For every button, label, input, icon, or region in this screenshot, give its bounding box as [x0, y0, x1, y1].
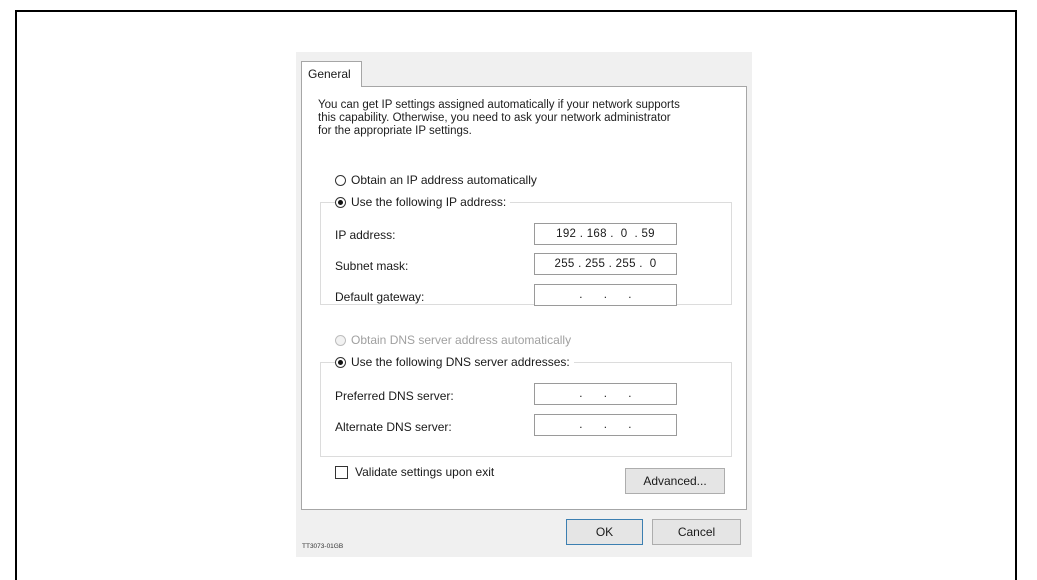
ok-button[interactable]: OK — [566, 519, 643, 545]
checkbox-icon — [335, 465, 348, 479]
radio-button-icon — [335, 174, 346, 186]
radio-button-disabled-icon — [335, 334, 346, 346]
radio-obtain-ip-auto-label: Obtain an IP address automatically — [351, 173, 537, 187]
figure-caption: TT3073-01GB — [302, 543, 344, 550]
validate-settings-label: Validate settings upon exit — [355, 465, 495, 479]
radio-button-selected-icon — [335, 356, 346, 368]
radio-use-following-dns-label: Use the following DNS server addresses: — [351, 355, 570, 369]
ipv4-properties-dialog: General You can get IP settings assigned… — [296, 52, 752, 557]
validate-settings-checkbox[interactable]: Validate settings upon exit — [335, 465, 494, 479]
preferred-dns-label: Preferred DNS server: — [335, 389, 454, 403]
default-gateway-input[interactable]: . . . — [534, 284, 677, 306]
subnet-mask-label: Subnet mask: — [335, 259, 409, 273]
preferred-dns-input[interactable]: . . . — [534, 383, 677, 405]
intro-line: this capability. Otherwise, you need to … — [318, 112, 671, 124]
intro-text: You can get IP settings assigned automat… — [318, 99, 738, 138]
radio-obtain-dns-auto-label: Obtain DNS server address automatically — [351, 333, 572, 347]
alternate-dns-input[interactable]: . . . — [534, 414, 677, 436]
radio-obtain-ip-auto[interactable]: Obtain an IP address automatically — [335, 173, 537, 187]
dns-server-group — [320, 362, 732, 457]
subnet-mask-input[interactable]: 255 . 255 . 255 . 0 — [534, 253, 677, 275]
cancel-button[interactable]: Cancel — [652, 519, 741, 545]
default-gateway-label: Default gateway: — [335, 290, 425, 304]
tab-general[interactable]: General — [301, 61, 362, 87]
radio-button-selected-icon — [335, 196, 346, 208]
radio-obtain-dns-auto[interactable]: Obtain DNS server address automatically — [335, 333, 571, 347]
radio-use-following-dns[interactable]: Use the following DNS server addresses: — [335, 355, 574, 369]
ip-address-input[interactable]: 192 . 168 . 0 . 59 — [534, 223, 677, 245]
general-panel: You can get IP settings assigned automat… — [301, 86, 747, 510]
intro-line: You can get IP settings assigned automat… — [318, 99, 680, 111]
radio-use-following-ip-label: Use the following IP address: — [351, 195, 507, 209]
intro-line: for the appropriate IP settings. — [318, 125, 472, 137]
advanced-button[interactable]: Advanced... — [625, 468, 725, 494]
alternate-dns-label: Alternate DNS server: — [335, 420, 452, 434]
radio-use-following-ip[interactable]: Use the following IP address: — [335, 195, 511, 209]
ip-address-label: IP address: — [335, 228, 396, 242]
